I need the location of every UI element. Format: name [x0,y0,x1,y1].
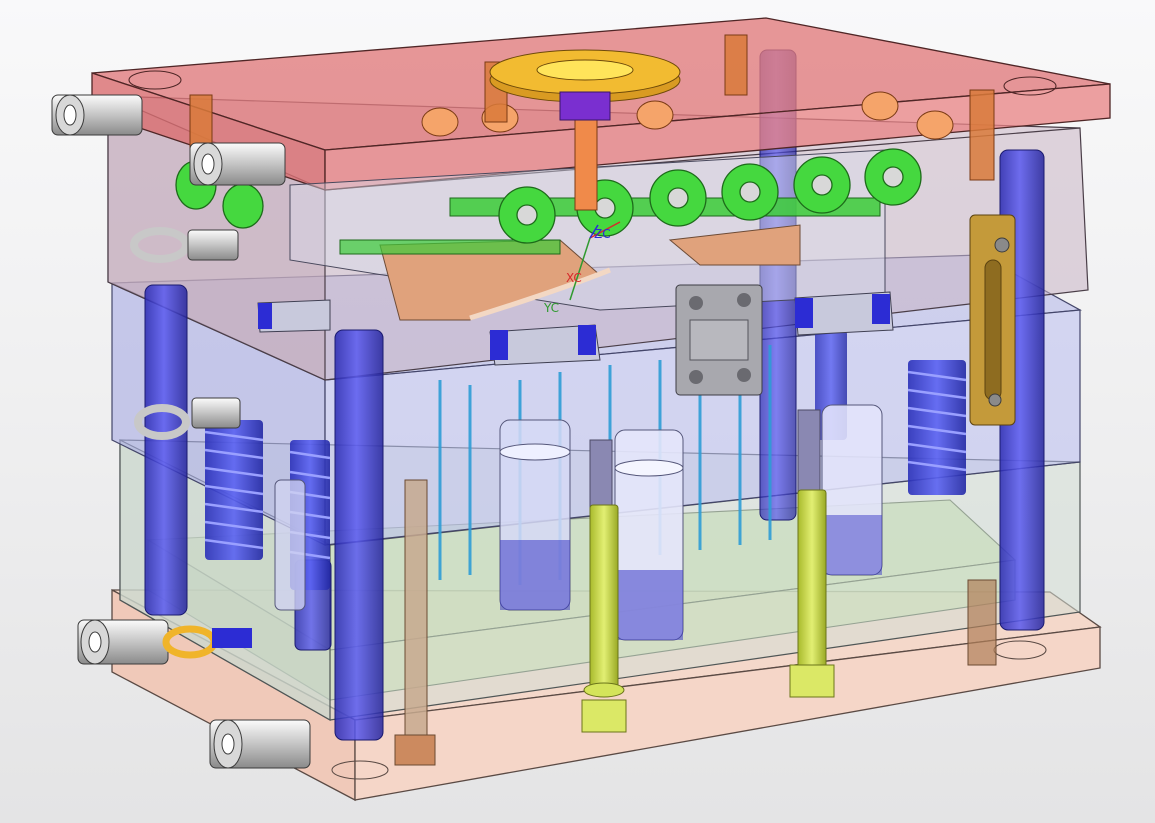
wcs-x-label: XC [566,271,582,285]
fitting-bottom-1 [77,619,169,665]
fitting-bottom-2 [209,719,311,769]
fitting-top-1 [51,94,143,136]
fitting-top-2 [189,142,286,186]
mold-assembly-model[interactable]: XC YC ZC [0,0,1155,823]
spring-right [907,360,967,495]
wcs-y-label: YC [543,301,559,315]
cad-viewport[interactable]: XC YC ZC [0,0,1155,823]
wcs-z-label: ZC [594,227,611,241]
spring-front-left [204,420,264,560]
interlock-block [675,284,763,396]
latch-lock [969,214,1016,426]
